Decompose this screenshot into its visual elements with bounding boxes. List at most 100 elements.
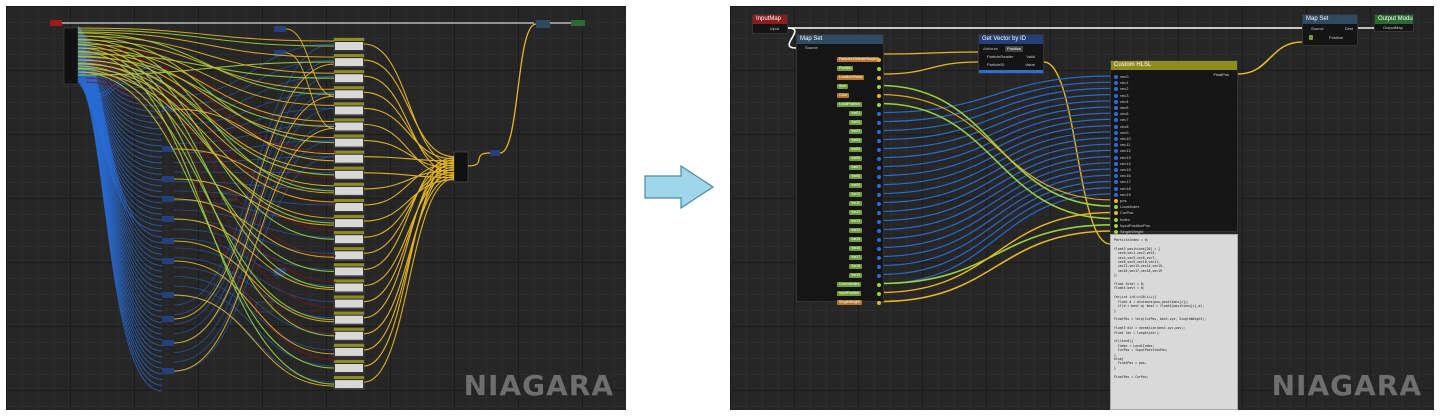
map-set-1-input-5[interactable]: LocalPosition	[837, 102, 862, 107]
custom-hlsl-input-20[interactable]: pos	[1120, 198, 1126, 204]
map-set-2-source-pin[interactable]: Source	[1311, 26, 1324, 32]
custom-hlsl-input-5[interactable]: vec5	[1120, 105, 1128, 111]
custom-hlsl-input-8[interactable]: vec8	[1120, 124, 1128, 130]
map-set-1-input-22[interactable]: Var17	[849, 255, 863, 260]
get-vector-out-pin-value[interactable]: Value	[1025, 62, 1035, 68]
map-set-2-dest-pin[interactable]: Dest	[1345, 26, 1353, 32]
custom-hlsl-input-18[interactable]: vec18	[1120, 186, 1131, 192]
hlsl-block-code[interactable]	[335, 106, 363, 115]
map-set-1-input-21[interactable]: Var16	[849, 246, 863, 251]
map-set-1-pin-dot[interactable]	[877, 219, 881, 224]
custom-hlsl-input-19[interactable]: vec19	[1120, 192, 1131, 198]
map-set-1-input-17[interactable]: Var12	[849, 210, 863, 215]
map-set-1-pin-dot[interactable]	[877, 93, 881, 98]
hlsl-block-code[interactable]	[335, 90, 363, 99]
custom-hlsl-input-14[interactable]: vec14	[1120, 161, 1131, 167]
map-set-1-input-7[interactable]: Var02	[849, 120, 863, 125]
hlsl-block-code[interactable]	[335, 122, 363, 131]
hlsl-block-code[interactable]	[335, 219, 363, 228]
hlsl-block-header[interactable]	[334, 199, 364, 202]
output-module-node[interactable]: Output Module OutputMap	[1374, 14, 1414, 32]
map-set-1-input-25[interactable]: CurrentIndex	[837, 282, 862, 287]
left-graph-panel[interactable]: NIAGARA	[6, 6, 626, 410]
custom-hlsl-pin-dot[interactable]	[1114, 124, 1118, 129]
custom-hlsl-pin-dot[interactable]	[1114, 81, 1118, 86]
map-set-node-2[interactable]: Map Set Source Position Dest	[1302, 14, 1358, 46]
right-graph-panel[interactable]: InputMap Input Map Set Source ParticlesA…	[730, 6, 1434, 410]
hlsl-block-code[interactable]	[335, 299, 363, 308]
map-set-1-input-14[interactable]: Var09	[849, 183, 863, 188]
map-set-2-position-pin[interactable]: Position	[1329, 35, 1343, 41]
map-set-1-input-16[interactable]: Var11	[849, 201, 862, 206]
hlsl-block-code[interactable]	[335, 74, 363, 83]
map-set-1-pin-dot[interactable]	[877, 57, 881, 62]
get-vector-node-small[interactable]	[162, 176, 174, 182]
hlsl-block-code[interactable]	[335, 251, 363, 260]
hlsl-block-header[interactable]	[334, 70, 364, 74]
custom-hlsl-input-12[interactable]: vec12	[1120, 148, 1131, 154]
map-set-1-input-8[interactable]: Var03	[849, 129, 863, 134]
custom-hlsl-pin-dot[interactable]	[1114, 180, 1118, 185]
custom-hlsl-input-0[interactable]: vec0	[1120, 74, 1128, 80]
map-set-1-input-13[interactable]: Var08	[849, 174, 863, 179]
get-vector-node-small[interactable]	[162, 340, 174, 346]
map-set-1-source-pin[interactable]: Source	[805, 45, 818, 51]
custom-hlsl-pin-dot[interactable]	[1114, 223, 1118, 228]
custom-hlsl-input-24[interactable]: InputPositionPos	[1120, 223, 1150, 229]
map-set-1-pin-dot[interactable]	[877, 273, 881, 278]
map-set-1-input-26[interactable]: InputPosition	[837, 291, 862, 296]
hlsl-block-header[interactable]	[334, 182, 364, 186]
custom-hlsl-input-3[interactable]: vec3	[1120, 93, 1128, 99]
hlsl-block-code[interactable]	[335, 315, 363, 324]
map-set-1-input-6[interactable]: Var01	[849, 111, 863, 116]
custom-hlsl-pin-dot[interactable]	[1114, 174, 1118, 179]
get-vector-in-pin-reader[interactable]: ParticleReader	[987, 54, 1013, 60]
map-set-1-pin-dot[interactable]	[877, 264, 881, 269]
custom-hlsl-pin-dot[interactable]	[1114, 143, 1118, 148]
map-set-1-input-20[interactable]: Var15	[849, 237, 863, 242]
map-set-1-pin-dot[interactable]	[877, 147, 881, 152]
output-node-small[interactable]	[571, 20, 585, 26]
map-set-1-pin-dot[interactable]	[877, 255, 881, 260]
custom-hlsl-pin-dot[interactable]	[1114, 106, 1118, 110]
map-set-1-pin-dot[interactable]	[877, 237, 881, 242]
map-set-1-input-27[interactable]: SingleWeight	[837, 300, 862, 305]
hlsl-block-code[interactable]	[335, 347, 363, 356]
collector-node[interactable]	[453, 151, 469, 183]
custom-hlsl-input-6[interactable]: vec6	[1120, 111, 1128, 117]
custom-hlsl-pin-dot[interactable]	[1114, 217, 1118, 222]
custom-hlsl-output-pin[interactable]: FinalPos	[1213, 72, 1229, 78]
custom-hlsl-input-16[interactable]: vec16	[1120, 173, 1131, 179]
map-set-1-pin-dot[interactable]	[877, 120, 881, 125]
custom-hlsl-node[interactable]: Custom HLSL FinalPos vec0 vec1 vec2 vec3 vec…	[1110, 60, 1238, 234]
map-set-1-input-11[interactable]: Var06	[849, 156, 863, 161]
input-map-node[interactable]: InputMap Input	[752, 14, 788, 34]
custom-hlsl-pin-dot[interactable]	[1114, 205, 1118, 210]
map-set-1-pin-dot[interactable]	[877, 210, 881, 215]
hlsl-block-header[interactable]	[334, 343, 364, 347]
custom-hlsl-pin-dot[interactable]	[1114, 118, 1118, 123]
map-set-1-input-12[interactable]: Var07	[849, 165, 863, 170]
map-set-node-1[interactable]: Map Set Source ParticlesAttributeReader P…	[796, 34, 884, 305]
map-set-out-small[interactable]	[536, 20, 550, 28]
get-vector-node-small[interactable]	[162, 292, 174, 298]
hlsl-block-code[interactable]	[335, 138, 363, 147]
output-module-pin[interactable]: OutputMap	[1383, 25, 1403, 31]
hlsl-block-header[interactable]	[334, 231, 364, 235]
hlsl-block-code[interactable]	[335, 58, 363, 67]
map-set-1-pin-dot[interactable]	[877, 192, 881, 197]
map-set-1-input-10[interactable]: Var05	[849, 147, 863, 152]
hlsl-block-header[interactable]	[334, 327, 364, 331]
hlsl-block-code[interactable]	[335, 283, 363, 292]
custom-hlsl-pin-dot[interactable]	[1114, 168, 1118, 172]
hlsl-code-editor[interactable]: ParticleIndex = 0; float3 positions[20] …	[1110, 234, 1238, 410]
map-set-node-small[interactable]	[63, 27, 79, 85]
map-set-1-input-19[interactable]: Var14	[849, 228, 863, 233]
map-set-1-pin-dot[interactable]	[877, 129, 881, 134]
map-set-1-pin-dot[interactable]	[877, 75, 881, 80]
input-map-node-small[interactable]	[50, 20, 62, 26]
hlsl-block-header[interactable]	[334, 360, 364, 363]
custom-hlsl-pin-dot[interactable]	[1114, 161, 1118, 166]
get-vector-node-small[interactable]	[162, 216, 174, 222]
custom-hlsl-pin-dot[interactable]	[1114, 87, 1118, 92]
